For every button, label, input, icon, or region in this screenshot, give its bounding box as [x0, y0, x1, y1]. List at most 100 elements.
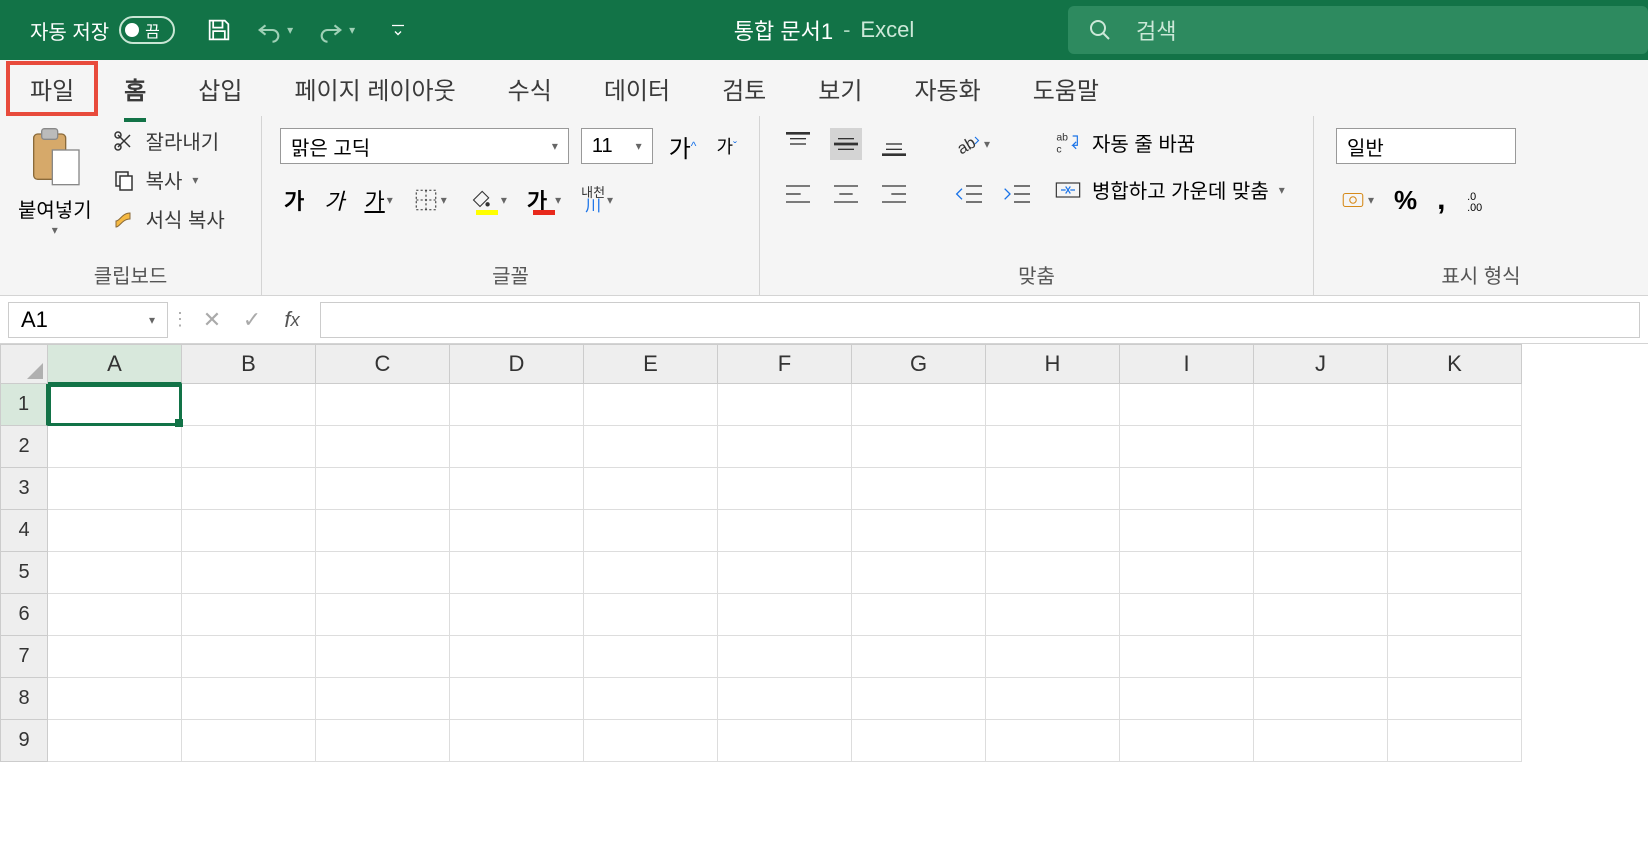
row-header[interactable]: 9 — [0, 720, 48, 762]
decrease-indent-button[interactable] — [954, 178, 986, 210]
redo-button[interactable]: ▾ — [309, 10, 363, 50]
cell[interactable] — [450, 720, 584, 762]
cell[interactable] — [316, 678, 450, 720]
cell[interactable] — [1254, 594, 1388, 636]
cell[interactable] — [718, 468, 852, 510]
orientation-button[interactable]: ab ▾ — [954, 128, 990, 160]
cell[interactable] — [316, 552, 450, 594]
cell[interactable] — [1388, 720, 1522, 762]
fill-color-button[interactable]: ▾ — [463, 182, 511, 218]
cell[interactable] — [316, 720, 450, 762]
cell[interactable] — [48, 636, 182, 678]
cell[interactable] — [1254, 552, 1388, 594]
font-color-button[interactable]: 가 ▾ — [523, 182, 565, 218]
tab-help[interactable]: 도움말 — [1007, 61, 1125, 116]
cell[interactable] — [1254, 678, 1388, 720]
italic-button[interactable]: 가 — [320, 182, 348, 218]
row-header[interactable]: 5 — [0, 552, 48, 594]
cell[interactable] — [450, 678, 584, 720]
column-header[interactable]: A — [48, 344, 182, 384]
cut-button[interactable]: 잘라내기 — [112, 126, 225, 155]
tab-review[interactable]: 검토 — [696, 61, 792, 116]
cell[interactable] — [450, 594, 584, 636]
cell[interactable] — [584, 426, 718, 468]
cell[interactable] — [852, 636, 986, 678]
increase-indent-button[interactable] — [1002, 178, 1034, 210]
row-header[interactable]: 1 — [0, 384, 48, 426]
cell[interactable] — [852, 720, 986, 762]
tab-data[interactable]: 데이터 — [578, 61, 696, 116]
tab-file[interactable]: 파일 — [6, 61, 98, 116]
cell[interactable] — [718, 510, 852, 552]
align-bottom-button[interactable] — [878, 128, 910, 160]
save-button[interactable] — [199, 10, 239, 50]
merge-center-button[interactable]: 병합하고 가운데 맞춤 ▾ — [1054, 175, 1285, 204]
cell[interactable] — [1254, 384, 1388, 426]
cell[interactable] — [182, 678, 316, 720]
percent-button[interactable]: % — [1390, 182, 1421, 218]
cell[interactable] — [584, 468, 718, 510]
font-name-combo[interactable]: 맑은 고딕 ▾ — [280, 128, 569, 164]
formula-input[interactable] — [320, 302, 1640, 338]
cell[interactable] — [718, 426, 852, 468]
column-header[interactable]: J — [1254, 344, 1388, 384]
cell[interactable] — [450, 426, 584, 468]
cell[interactable] — [450, 552, 584, 594]
cell[interactable] — [986, 678, 1120, 720]
cell[interactable] — [1120, 552, 1254, 594]
cell[interactable] — [48, 384, 182, 426]
toggle-switch[interactable]: 끔 — [119, 16, 175, 44]
cell[interactable] — [1388, 510, 1522, 552]
cell[interactable] — [718, 636, 852, 678]
cell[interactable] — [1388, 678, 1522, 720]
phonetic-button[interactable]: 내천 川 ▾ — [577, 182, 617, 218]
cell[interactable] — [182, 510, 316, 552]
cell[interactable] — [584, 552, 718, 594]
align-right-button[interactable] — [878, 178, 910, 210]
cell[interactable] — [584, 384, 718, 426]
cell[interactable] — [584, 720, 718, 762]
copy-button[interactable]: 복사 ▾ — [112, 165, 225, 194]
number-format-combo[interactable]: 일반 — [1336, 128, 1516, 164]
column-header[interactable]: H — [986, 344, 1120, 384]
cell[interactable] — [718, 594, 852, 636]
cell[interactable] — [48, 594, 182, 636]
cell[interactable] — [852, 594, 986, 636]
column-header[interactable]: E — [584, 344, 718, 384]
underline-button[interactable]: 가▾ — [361, 182, 397, 218]
cell[interactable] — [450, 510, 584, 552]
cell[interactable] — [1120, 426, 1254, 468]
row-header[interactable]: 3 — [0, 468, 48, 510]
cell[interactable] — [1254, 468, 1388, 510]
cell[interactable] — [1388, 384, 1522, 426]
row-header[interactable]: 7 — [0, 636, 48, 678]
tab-page-layout[interactable]: 페이지 레이아웃 — [268, 61, 481, 116]
cell[interactable] — [182, 384, 316, 426]
cell[interactable] — [1388, 552, 1522, 594]
cell[interactable] — [852, 468, 986, 510]
cell[interactable] — [986, 426, 1120, 468]
cell[interactable] — [1388, 426, 1522, 468]
insert-function-button[interactable]: fx — [272, 302, 312, 338]
align-left-button[interactable] — [782, 178, 814, 210]
cell[interactable] — [584, 594, 718, 636]
cell[interactable] — [1120, 594, 1254, 636]
accounting-format-button[interactable]: ▾ — [1336, 182, 1378, 218]
search-box[interactable]: 검색 — [1068, 6, 1648, 54]
cell[interactable] — [986, 720, 1120, 762]
increase-font-button[interactable]: 가^ — [665, 128, 701, 164]
cell[interactable] — [182, 594, 316, 636]
cell[interactable] — [48, 468, 182, 510]
cell[interactable] — [316, 636, 450, 678]
cell[interactable] — [986, 636, 1120, 678]
cell[interactable] — [584, 636, 718, 678]
cell[interactable] — [48, 552, 182, 594]
cell[interactable] — [718, 720, 852, 762]
tab-home[interactable]: 홈 — [98, 61, 172, 116]
cell[interactable] — [450, 384, 584, 426]
cell[interactable] — [852, 552, 986, 594]
cell[interactable] — [584, 678, 718, 720]
select-all-corner[interactable] — [0, 344, 48, 384]
cell[interactable] — [986, 510, 1120, 552]
cell[interactable] — [182, 552, 316, 594]
